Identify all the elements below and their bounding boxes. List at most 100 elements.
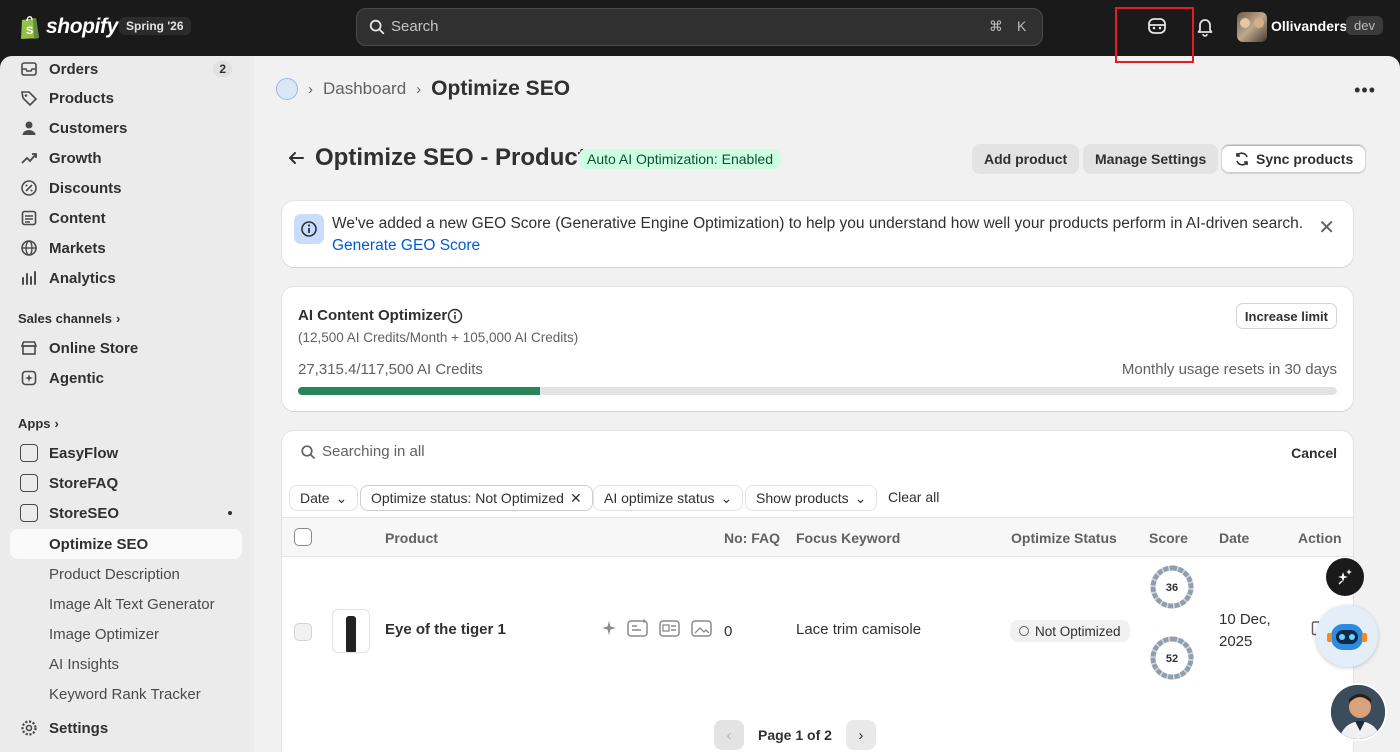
date-filter[interactable]: Date ⌄: [289, 485, 359, 511]
credits-progress-fill: [298, 387, 540, 395]
sidebar-item-content[interactable]: Content: [10, 203, 242, 233]
select-all-checkbox[interactable]: [294, 528, 312, 546]
shortcut-key: K: [1017, 18, 1027, 34]
sidebar-item-settings[interactable]: Settings: [10, 713, 242, 743]
store-name[interactable]: Ollivanders: [1271, 18, 1347, 34]
faq-generate-icon[interactable]: [626, 618, 650, 638]
chevron-right-icon: ›: [858, 726, 864, 744]
prev-page-button[interactable]: ‹: [714, 720, 744, 750]
table-row[interactable]: Eye of the tiger 1 0 Lace trim camisole …: [282, 557, 1353, 707]
app-icon: [20, 474, 38, 492]
geo-score-ring[interactable]: 52: [1149, 635, 1195, 681]
row-checkbox[interactable]: [294, 623, 312, 641]
sidebar-item-orders[interactable]: Orders 2: [10, 54, 242, 84]
ai-assistant-bot[interactable]: [1316, 605, 1378, 667]
sidebar-item-markets[interactable]: Markets: [10, 233, 242, 263]
image-alt-generate-icon[interactable]: [690, 618, 714, 638]
usage-reset-note: Monthly usage resets in 30 days: [1121, 361, 1337, 378]
clear-all-button[interactable]: Clear all: [888, 489, 939, 505]
sidebar-subitem-ai-insights[interactable]: AI Insights: [10, 649, 242, 679]
next-page-button[interactable]: ›: [845, 720, 876, 750]
seo-score-ring[interactable]: 36: [1149, 564, 1195, 610]
sidebar-item-label: Growth: [49, 149, 102, 167]
sidebar-item-label: Image Optimizer: [49, 625, 160, 643]
ai-optimizer-title: AI Content Optimizer: [298, 307, 448, 324]
sidebar-subitem-image-alt-text[interactable]: Image Alt Text Generator: [10, 589, 242, 619]
remove-filter-icon[interactable]: ✕: [570, 490, 582, 507]
sidebar-item-online-store[interactable]: Online Store: [10, 333, 242, 363]
faq-count: 0: [724, 623, 733, 640]
focus-keyword: Lace trim camisole: [796, 621, 922, 638]
sidebar-item-discounts[interactable]: Discounts: [10, 173, 242, 203]
cancel-search-button[interactable]: Cancel: [1291, 445, 1337, 461]
product-name[interactable]: Eye of the tiger 1: [385, 621, 506, 638]
table-search[interactable]: Searching in all: [300, 443, 425, 460]
orders-count-badge: 2: [213, 61, 232, 77]
edition-badge[interactable]: Spring '26: [119, 17, 191, 35]
sidebar-item-easyflow[interactable]: EasyFlow: [10, 438, 242, 468]
generate-geo-score-link[interactable]: Generate GEO Score: [332, 237, 480, 255]
orders-icon: [21, 62, 37, 76]
info-icon: [294, 214, 324, 244]
sidebar-item-label: Settings: [49, 719, 109, 737]
robot-icon: [1327, 624, 1367, 650]
sidebar-item-products[interactable]: Products: [10, 83, 242, 113]
search-icon: [369, 19, 385, 35]
sidebar-subitem-image-optimizer[interactable]: Image Optimizer: [10, 619, 242, 649]
col-product[interactable]: Product: [385, 530, 438, 546]
status-filter-label: Optimize status: Not Optimized: [371, 490, 564, 506]
sidebar-item-label: Online Store: [49, 339, 139, 357]
sidebar-item-label: Orders: [49, 60, 99, 78]
analytics-icon: [22, 271, 36, 285]
more-actions-icon[interactable]: •••: [1354, 80, 1376, 101]
show-products-filter[interactable]: Show products ⌄: [745, 485, 878, 511]
sales-channels-label: Sales channels: [18, 311, 112, 326]
highlight-box: [1115, 7, 1194, 63]
discount-icon: [21, 180, 37, 196]
sidebar-subitem-optimize-seo[interactable]: Optimize SEO: [10, 529, 242, 559]
support-agent-avatar[interactable]: [1329, 683, 1387, 741]
ai-optimize-status-filter[interactable]: AI optimize status ⌄: [593, 485, 744, 511]
ai-status-filter-label: AI optimize status: [604, 490, 715, 506]
growth-icon: [21, 153, 37, 164]
sidebar-item-storeseo[interactable]: StoreSEO: [10, 498, 242, 528]
shopify-bag-icon: S: [21, 16, 39, 39]
col-date: Date: [1219, 530, 1250, 546]
sidebar-item-analytics[interactable]: Analytics: [10, 263, 242, 293]
col-optimize-status: Optimize Status: [1011, 530, 1117, 546]
credits-usage: 27,315.4/117,500 AI Credits: [298, 361, 483, 378]
add-product-button[interactable]: Add product: [972, 144, 1080, 174]
bell-icon[interactable]: [1194, 15, 1216, 37]
chevron-right-icon: ›: [54, 416, 59, 431]
chevron-down-icon: ⌄: [335, 489, 348, 506]
store-avatar[interactable]: [1237, 12, 1267, 42]
sync-products-button[interactable]: Sync products: [1221, 144, 1367, 174]
apps-heading[interactable]: Apps ›: [18, 416, 59, 431]
sales-channels-heading[interactable]: Sales channels ›: [18, 311, 120, 326]
floating-pin-button[interactable]: [1326, 558, 1364, 596]
manage-settings-button[interactable]: Manage Settings: [1083, 144, 1219, 174]
breadcrumb-dashboard-link[interactable]: Dashboard: [323, 79, 406, 99]
increase-limit-button[interactable]: Increase limit: [1235, 303, 1337, 329]
shopify-logo[interactable]: S shopify: [18, 13, 118, 41]
apps-label: Apps: [18, 416, 51, 431]
back-arrow-icon[interactable]: [286, 148, 306, 168]
optimize-status-filter[interactable]: Optimize status: Not Optimized ✕: [360, 485, 593, 511]
breadcrumb: › Dashboard › Optimize SEO: [276, 77, 570, 101]
info-circle-icon[interactable]: [447, 308, 463, 324]
sidebar-item-growth[interactable]: Growth: [10, 143, 242, 173]
close-icon[interactable]: ✕: [1318, 215, 1335, 240]
meta-generate-icon[interactable]: [658, 618, 682, 638]
store-icon: [20, 341, 38, 355]
sidebar-item-label: Discounts: [49, 179, 122, 197]
sidebar-item-storefaq[interactable]: StoreFAQ: [10, 468, 242, 498]
app-logo-icon[interactable]: [276, 78, 298, 100]
sidebar-subitem-product-description[interactable]: Product Description: [10, 559, 242, 589]
sparkle-icon[interactable]: [600, 618, 618, 638]
sidebar-item-customers[interactable]: Customers: [10, 113, 242, 143]
status-circle-icon: [1019, 626, 1029, 636]
global-search[interactable]: Search ⌘ K: [356, 8, 1043, 46]
person-icon: [22, 121, 36, 135]
sidebar-subitem-keyword-rank-tracker[interactable]: Keyword Rank Tracker: [10, 679, 242, 709]
sidebar-item-agentic[interactable]: Agentic: [10, 363, 242, 393]
